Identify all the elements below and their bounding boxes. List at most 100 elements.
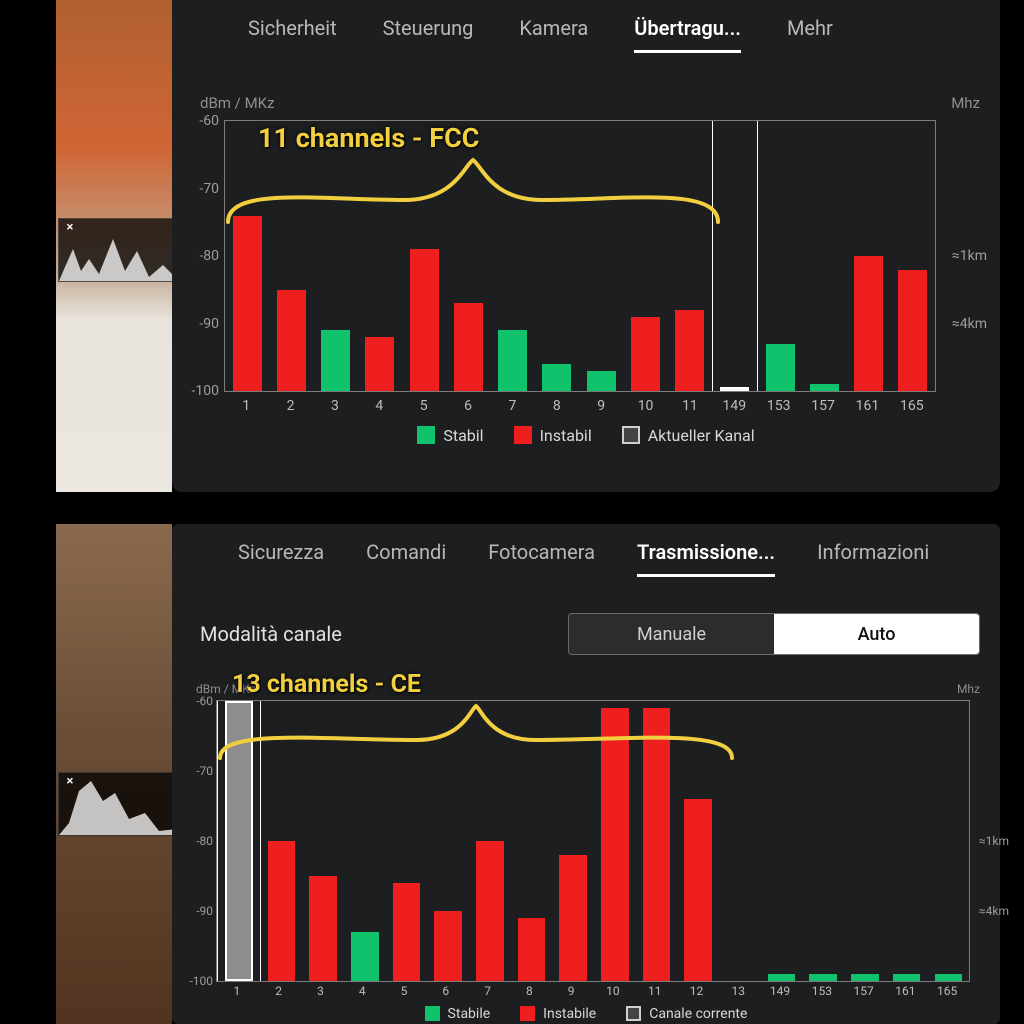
x-tick: 9 bbox=[579, 398, 623, 414]
channel-bar-3[interactable] bbox=[314, 121, 358, 391]
y-tick: -90 bbox=[185, 904, 213, 918]
settings-panel-top: Sicherheit Steuerung Kamera Übertragu... Meh… bbox=[172, 0, 1000, 492]
x-tick: 4 bbox=[341, 984, 383, 998]
channel-bar-165[interactable] bbox=[891, 121, 935, 391]
channel-bar-12[interactable] bbox=[677, 701, 719, 981]
annotation-bottom: 13 channels - CE bbox=[232, 670, 421, 699]
x-tick: 3 bbox=[300, 984, 342, 998]
channel-bar-4[interactable] bbox=[358, 121, 402, 391]
channel-bar-153[interactable] bbox=[802, 701, 844, 981]
x-tick: 7 bbox=[490, 398, 534, 414]
legend-swatch-unstable bbox=[514, 426, 532, 444]
x-tick: 157 bbox=[843, 984, 885, 998]
channel-bar-13[interactable] bbox=[719, 701, 761, 981]
channel-bar-11[interactable] bbox=[636, 701, 678, 981]
x-tick: 10 bbox=[623, 398, 667, 414]
tab-fotocamera[interactable]: Fotocamera bbox=[488, 540, 595, 574]
x-tick: 9 bbox=[550, 984, 592, 998]
channel-bar-2[interactable] bbox=[261, 701, 303, 981]
y-tick: -100 bbox=[185, 383, 219, 399]
channel-bar-1[interactable] bbox=[225, 121, 269, 391]
close-icon[interactable]: × bbox=[63, 775, 77, 789]
mode-option-manuale[interactable]: Manuale bbox=[569, 614, 774, 654]
close-icon[interactable]: × bbox=[63, 221, 77, 235]
tab-mehr[interactable]: Mehr bbox=[787, 16, 833, 50]
channel-bar-2[interactable] bbox=[269, 121, 313, 391]
x-tick: 12 bbox=[676, 984, 718, 998]
channel-mode-toggle[interactable]: ManualeAuto bbox=[568, 613, 980, 655]
channel-bar-161[interactable] bbox=[886, 701, 928, 981]
y-tick: -90 bbox=[185, 316, 219, 332]
channel-bar-149[interactable] bbox=[761, 701, 803, 981]
tab-informazioni[interactable]: Informazioni bbox=[817, 540, 929, 574]
y-tick: -100 bbox=[185, 974, 213, 988]
channel-bar-3[interactable] bbox=[302, 701, 344, 981]
range-tick: ≈4km bbox=[952, 316, 987, 332]
histogram-overlay-top: × bbox=[58, 218, 178, 282]
x-tick: 4 bbox=[357, 398, 401, 414]
channel-bar-5[interactable] bbox=[402, 121, 446, 391]
channel-chart-top: -60-70-80-90-100≈1km≈4km bbox=[224, 120, 936, 392]
channel-bar-9[interactable] bbox=[552, 701, 594, 981]
x-tick: 149 bbox=[712, 398, 756, 414]
channel-bar-11[interactable] bbox=[668, 121, 712, 391]
tab-sicurezza[interactable]: Sicurezza bbox=[238, 540, 324, 574]
tab-sicherheit[interactable]: Sicherheit bbox=[248, 16, 337, 50]
legend-swatch-current bbox=[622, 426, 640, 444]
channel-bar-7[interactable] bbox=[491, 121, 535, 391]
channel-chart-bottom: -60-70-80-90-100≈1km≈4km bbox=[216, 700, 970, 982]
mode-label: Modalità canale bbox=[200, 622, 342, 646]
channel-bar-10[interactable] bbox=[594, 701, 636, 981]
y-tick: -70 bbox=[185, 181, 219, 197]
tab-trasmissione-[interactable]: Trasmissione... bbox=[637, 540, 775, 577]
channel-bar-6[interactable] bbox=[427, 701, 469, 981]
x-tick: 2 bbox=[268, 398, 312, 414]
x-tick: 11 bbox=[634, 984, 676, 998]
y-tick: -80 bbox=[185, 248, 219, 264]
channel-bar-8[interactable] bbox=[535, 121, 579, 391]
legend-swatch-stable bbox=[425, 1006, 440, 1021]
channel-bar-9[interactable] bbox=[579, 121, 623, 391]
range-tick: ≈1km bbox=[979, 834, 1009, 848]
channel-bar-1[interactable] bbox=[217, 701, 261, 981]
range-tick: ≈1km bbox=[952, 248, 987, 264]
channel-bar-161[interactable] bbox=[847, 121, 891, 391]
channel-bar-157[interactable] bbox=[802, 121, 846, 391]
legend-bottom: Stabile Instabile Canale corrente bbox=[172, 1006, 1000, 1022]
x-tick: 153 bbox=[757, 398, 801, 414]
tab--bertragu-[interactable]: Übertragu... bbox=[634, 16, 741, 53]
channel-bar-6[interactable] bbox=[446, 121, 490, 391]
x-tick: 153 bbox=[801, 984, 843, 998]
y-axis-label: dBm / MKz bbox=[200, 94, 275, 112]
channel-bar-5[interactable] bbox=[386, 701, 428, 981]
histogram-overlay-bottom: × bbox=[58, 772, 178, 836]
x-tick: 149 bbox=[759, 984, 801, 998]
channel-bar-153[interactable] bbox=[758, 121, 802, 391]
channel-bar-157[interactable] bbox=[844, 701, 886, 981]
channel-bar-165[interactable] bbox=[927, 701, 969, 981]
x-tick: 157 bbox=[801, 398, 845, 414]
x-tick: 5 bbox=[402, 398, 446, 414]
x-tick: 8 bbox=[535, 398, 579, 414]
right-unit: Mhz bbox=[951, 94, 980, 112]
x-tick: 10 bbox=[592, 984, 634, 998]
channel-bar-149[interactable] bbox=[712, 121, 758, 391]
mode-option-auto[interactable]: Auto bbox=[774, 614, 979, 654]
channel-bar-7[interactable] bbox=[469, 701, 511, 981]
y-tick: -80 bbox=[185, 834, 213, 848]
y-tick: -70 bbox=[185, 764, 213, 778]
channel-bar-10[interactable] bbox=[623, 121, 667, 391]
y-tick: -60 bbox=[185, 694, 213, 708]
x-tick: 7 bbox=[467, 984, 509, 998]
tab-comandi[interactable]: Comandi bbox=[366, 540, 446, 574]
x-tick: 2 bbox=[258, 984, 300, 998]
range-tick: ≈4km bbox=[979, 904, 1009, 918]
x-tick: 6 bbox=[446, 398, 490, 414]
x-tick: 1 bbox=[224, 398, 268, 414]
legend-swatch-unstable bbox=[520, 1006, 535, 1021]
tab-steuerung[interactable]: Steuerung bbox=[383, 16, 474, 50]
channel-bar-8[interactable] bbox=[511, 701, 553, 981]
channel-bar-4[interactable] bbox=[344, 701, 386, 981]
legend-swatch-stable bbox=[417, 426, 435, 444]
tab-kamera[interactable]: Kamera bbox=[519, 16, 588, 50]
